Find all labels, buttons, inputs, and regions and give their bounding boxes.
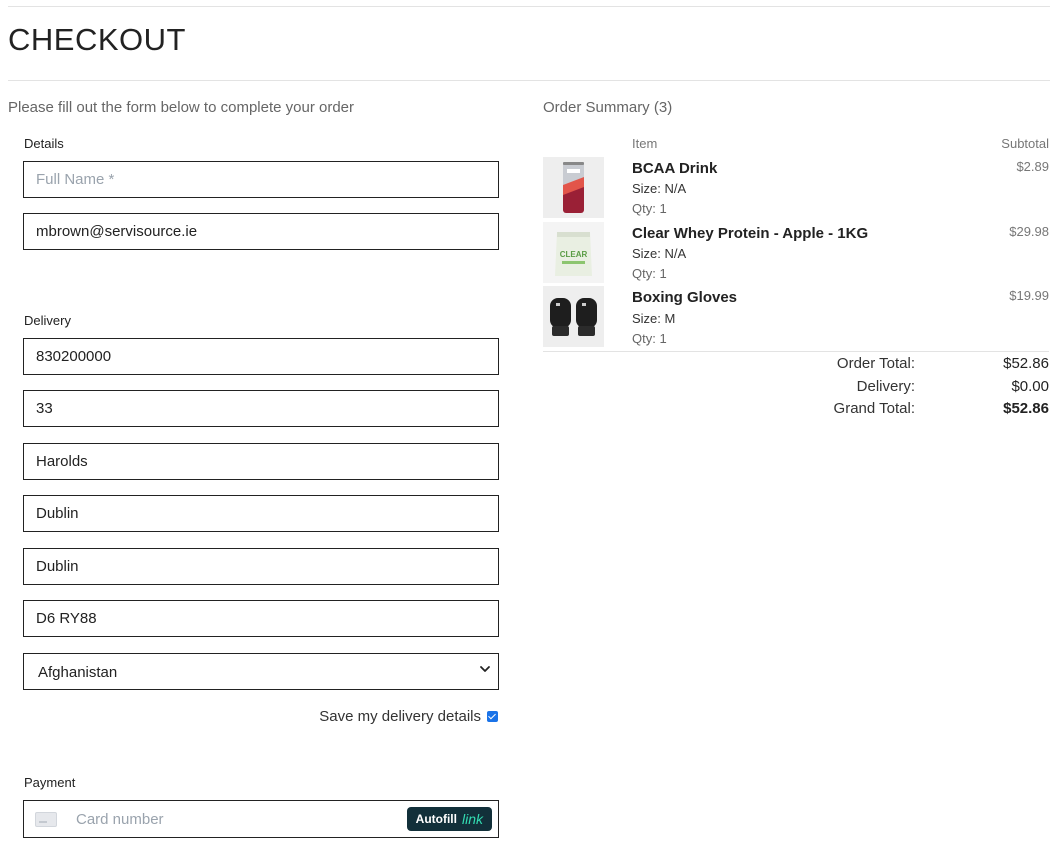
autofill-link-button[interactable]: Autofill link (406, 807, 492, 831)
title-divider (8, 80, 1050, 81)
cart-item-size: Size: M (632, 311, 676, 326)
card-number-placeholder: Card number (76, 811, 164, 828)
grand-total-label: Grand Total: (833, 400, 915, 417)
chevron-down-icon (480, 666, 490, 672)
save-delivery-label: Save my delivery details (319, 708, 481, 725)
details-label: Details (24, 136, 64, 151)
cart-item-qty: Qty: 1 (632, 201, 667, 216)
cart-item-price: $19.99 (1009, 288, 1049, 303)
street-address2-input[interactable] (23, 443, 499, 480)
save-delivery-checkbox[interactable] (487, 711, 498, 722)
county-input[interactable] (23, 548, 499, 585)
cart-item-price: $29.98 (1009, 224, 1049, 239)
delivery-label: Delivery (24, 313, 71, 328)
order-summary-title: Order Summary (3) (543, 99, 673, 116)
summary-divider (543, 351, 1049, 352)
cart-item-size: Size: N/A (632, 181, 687, 196)
card-number-field[interactable]: Card number Autofill link (23, 800, 499, 838)
postcode-input[interactable] (23, 600, 499, 637)
cart-item-name: Clear Whey Protein - Apple - 1KG (632, 225, 869, 242)
boxing-gloves-icon (543, 286, 604, 347)
protein-pouch-icon: CLEAR (543, 222, 604, 283)
svg-text:CLEAR: CLEAR (560, 250, 588, 259)
email-input[interactable] (23, 213, 499, 250)
phone-number-input[interactable] (23, 338, 499, 375)
country-select-value: Afghanistan (38, 664, 118, 681)
street-address1-input[interactable] (23, 390, 499, 427)
delivery-cost-label: Delivery: (856, 378, 915, 395)
subtotal-column-header: Subtotal (1001, 136, 1049, 151)
save-delivery-row: Save my delivery details (319, 708, 498, 725)
boxing-gloves-thumbnail[interactable] (543, 286, 604, 347)
full-name-input[interactable] (23, 161, 499, 198)
grand-total-value: $52.86 (1003, 400, 1049, 417)
credit-card-icon (35, 812, 57, 827)
page-title: CHECKOUT (8, 22, 186, 57)
cart-item-name: Boxing Gloves (632, 289, 738, 306)
cart-item-qty: Qty: 1 (632, 266, 667, 281)
delivery-cost-value: $0.00 (1011, 378, 1049, 395)
order-total-label: Order Total: (836, 355, 915, 372)
item-column-header: Item (632, 136, 658, 151)
form-intro-text: Please fill out the form below to comple… (8, 99, 355, 116)
cart-item-price: $2.89 (1016, 159, 1049, 174)
order-total-value: $52.86 (1003, 355, 1049, 372)
link-logo: link (461, 811, 483, 827)
payment-label: Payment (24, 775, 76, 790)
drink-can-icon (543, 157, 604, 218)
bcaa-drink-thumbnail[interactable] (543, 157, 604, 218)
top-divider (8, 6, 1050, 7)
cart-item-qty: Qty: 1 (632, 331, 667, 346)
cart-item-name: BCAA Drink (632, 160, 718, 177)
town-input[interactable] (23, 495, 499, 532)
country-select[interactable]: Afghanistan (23, 653, 499, 690)
cart-item-size: Size: N/A (632, 246, 687, 261)
autofill-label: Autofill (415, 812, 457, 826)
clear-whey-thumbnail[interactable]: CLEAR (543, 222, 604, 283)
